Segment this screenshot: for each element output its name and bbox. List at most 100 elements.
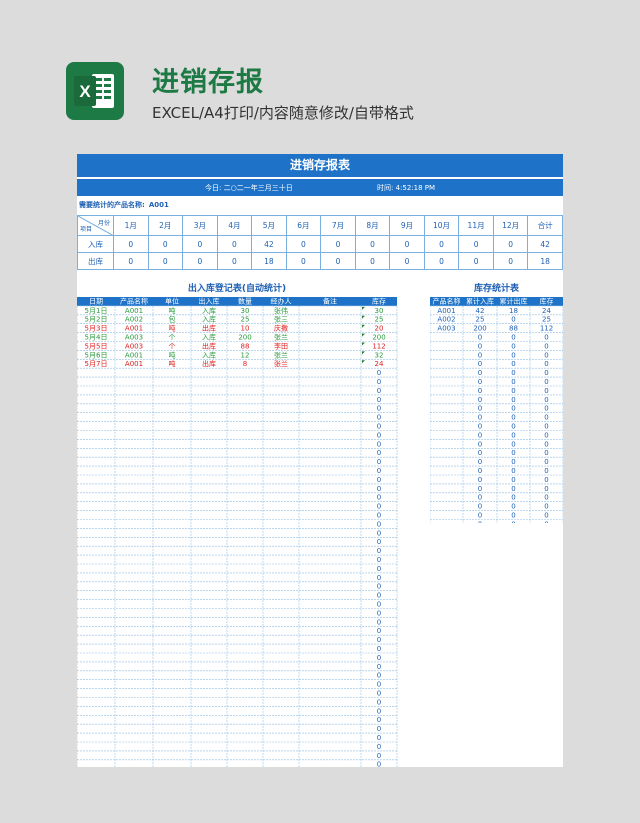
register-row-empty: 0 bbox=[377, 752, 381, 760]
page-title: 进销存报 bbox=[152, 67, 264, 98]
inventory-cell: 0 bbox=[511, 316, 515, 324]
register-cell: 张兰 bbox=[274, 333, 288, 342]
month-value-cell: 18 bbox=[251, 252, 287, 270]
register-cell: 吨 bbox=[169, 306, 176, 315]
register-row-empty: 0 bbox=[377, 601, 381, 609]
inventory-cell: 0 bbox=[511, 423, 515, 431]
inventory-cell: 18 bbox=[509, 307, 518, 315]
product-line: 需要统计的产品名称: A001 bbox=[77, 196, 563, 214]
inventory-cell: 0 bbox=[544, 520, 548, 523]
month-value-cell: 0 bbox=[182, 235, 218, 253]
register-row-empty: 0 bbox=[377, 423, 381, 431]
register-row-empty: 0 bbox=[377, 405, 381, 413]
register-cell: 10 bbox=[241, 325, 250, 333]
register-cell: A001 bbox=[125, 307, 143, 315]
inventory-cell: 0 bbox=[478, 369, 482, 377]
month-value-cell: 0 bbox=[182, 252, 218, 270]
register-cell: 0 bbox=[377, 378, 381, 386]
inventory-cell: 42 bbox=[476, 307, 485, 315]
register-cell: 0 bbox=[377, 609, 381, 617]
register-row: 5月2日 A002 包 入库 25 张三 25 bbox=[85, 315, 384, 324]
inventory-title: 库存统计表 bbox=[473, 284, 519, 294]
inventory-row-empty: 0 0 0 bbox=[478, 342, 549, 350]
register-cell: 张三 bbox=[274, 315, 288, 324]
month-value-cell: 0 bbox=[492, 252, 529, 270]
product-label: 需要统计的产品名称: bbox=[79, 201, 145, 209]
corner-cell: 月份 项目 bbox=[77, 215, 114, 236]
register-cell: 出库 bbox=[202, 359, 216, 368]
register-row: 5月6日 A001 吨 入库 12 张兰 32 bbox=[85, 350, 384, 359]
register-row-empty: 0 bbox=[377, 378, 381, 386]
register-row-empty: 0 bbox=[377, 761, 381, 767]
register-row-empty: 0 bbox=[377, 716, 381, 724]
month-value-cell: 0 bbox=[389, 252, 425, 270]
month-value-cell: 0 bbox=[423, 235, 460, 253]
inventory-cell: 25 bbox=[542, 316, 551, 324]
register-cell: 0 bbox=[377, 503, 381, 511]
inventory-cell: 0 bbox=[544, 476, 548, 484]
register-cell: 张伟 bbox=[274, 306, 288, 315]
register-row-empty: 0 bbox=[377, 529, 381, 537]
inventory-cell: 0 bbox=[478, 503, 482, 511]
month-row-label: 入库 bbox=[77, 235, 114, 253]
register-cell: 入库 bbox=[202, 306, 216, 315]
inventory-row: A002 25 0 25 bbox=[437, 316, 551, 324]
register-cell: 0 bbox=[377, 734, 381, 742]
month-value-cell: 0 bbox=[354, 235, 391, 253]
register-row-empty: 0 bbox=[377, 431, 381, 439]
register-cell: 0 bbox=[377, 423, 381, 431]
register-row-empty: 0 bbox=[377, 609, 381, 617]
month-value-cell: 0 bbox=[285, 235, 322, 253]
inventory-cell: 0 bbox=[478, 342, 482, 350]
month-value-cell: 42 bbox=[251, 235, 287, 253]
cell-marker bbox=[362, 333, 365, 337]
month-header-cell: 4月 bbox=[216, 215, 253, 236]
date-time-bar: 今日: 二○二一年三月三十日 时间: 4:52:18 PM bbox=[77, 179, 563, 196]
register-row-empty: 0 bbox=[377, 547, 381, 555]
register-row-empty: 0 bbox=[377, 520, 381, 528]
register-cell: 0 bbox=[377, 698, 381, 706]
register-row-empty: 0 bbox=[377, 556, 381, 564]
register-row-empty: 0 bbox=[377, 725, 381, 733]
inventory-cell: 0 bbox=[478, 458, 482, 466]
inventory-cell: 0 bbox=[478, 334, 482, 342]
month-value-cell: 0 bbox=[389, 235, 425, 253]
inventory-cell: 0 bbox=[478, 494, 482, 502]
inventory-cell: 0 bbox=[511, 449, 515, 457]
register-cell: 0 bbox=[377, 547, 381, 555]
inventory-cell: 0 bbox=[544, 378, 548, 386]
register-row-empty: 0 bbox=[377, 494, 381, 502]
register-cell: 112 bbox=[372, 342, 385, 350]
inventory-cell: 0 bbox=[478, 476, 482, 484]
inventory-row-empty: 0 0 0 bbox=[478, 369, 549, 377]
register-row-empty: 0 bbox=[377, 592, 381, 600]
month-header-cell: 10月 bbox=[423, 215, 460, 236]
register-cell: 吨 bbox=[169, 350, 176, 359]
register-cell: 0 bbox=[377, 387, 381, 395]
register-cell: 0 bbox=[377, 690, 381, 698]
corner-bottom-label: 项目 bbox=[80, 226, 93, 233]
register-cell: 0 bbox=[377, 512, 381, 520]
month-header-cell: 合计 bbox=[527, 215, 563, 236]
inventory-cell: 0 bbox=[544, 449, 548, 457]
inventory-cell: 0 bbox=[544, 494, 548, 502]
register-row: 5月1日 A001 吨 入库 30 张伟 30 bbox=[85, 306, 384, 315]
register-cell: 0 bbox=[377, 645, 381, 653]
register-cell: 0 bbox=[377, 369, 381, 377]
register-row-empty: 0 bbox=[377, 698, 381, 706]
corner-top-label: 月份 bbox=[97, 220, 110, 227]
product-value: A001 bbox=[148, 201, 169, 209]
register-row-empty: 0 bbox=[377, 565, 381, 573]
register-cell: 25 bbox=[241, 316, 250, 324]
month-header-cell: 7月 bbox=[320, 215, 356, 236]
register-title: 出入库登记表(自动统计) bbox=[187, 284, 287, 294]
register-cell: 0 bbox=[377, 556, 381, 564]
register-cell: 张兰 bbox=[274, 350, 288, 359]
register-cell: 5月2日 bbox=[85, 316, 108, 324]
inventory-cell: 0 bbox=[511, 494, 515, 502]
time-label: 时间: 4:52:18 PM bbox=[377, 184, 436, 192]
register-cell: 200 bbox=[372, 334, 385, 342]
register-cell: 20 bbox=[375, 325, 384, 333]
month-value-cell: 0 bbox=[113, 252, 149, 270]
register-row-empty: 0 bbox=[377, 654, 381, 662]
